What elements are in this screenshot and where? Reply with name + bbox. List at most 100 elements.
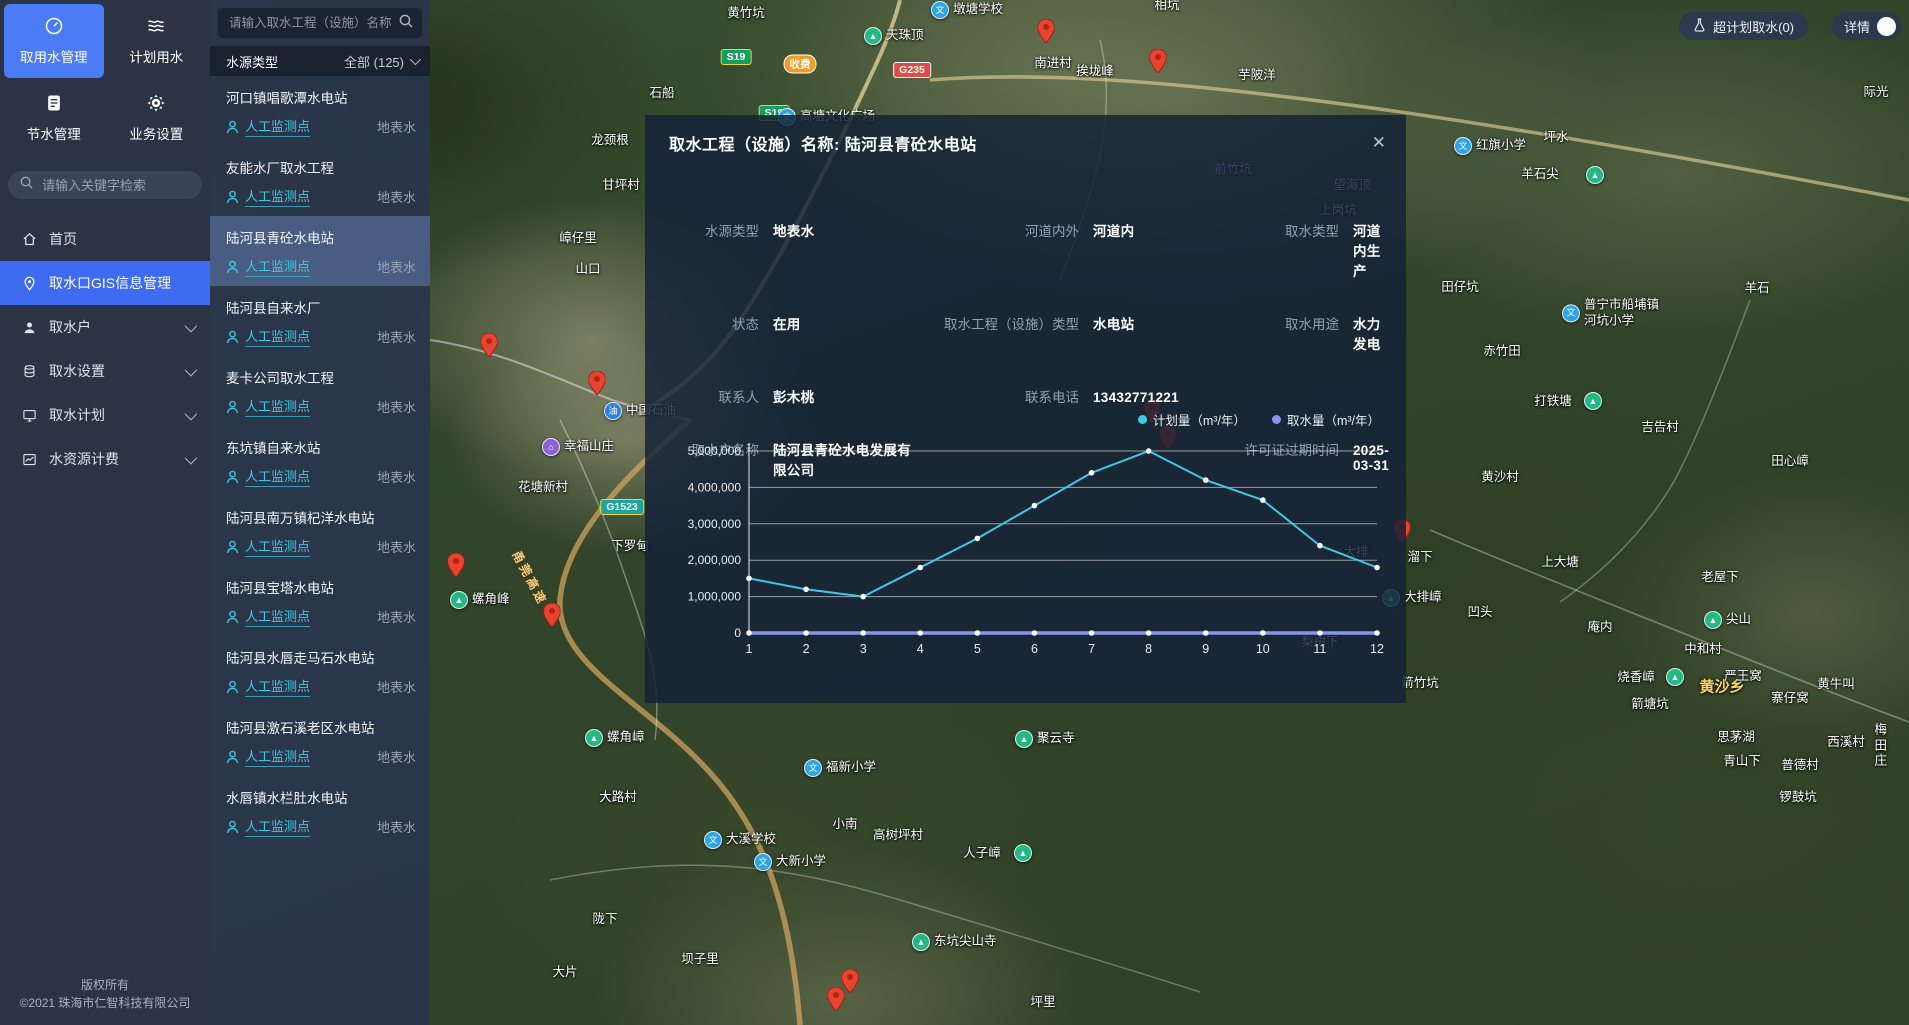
svg-text:4,000,000: 4,000,000 [688, 480, 742, 494]
intake-point-pin[interactable] [544, 603, 561, 632]
map-place-label: 坝子里 [681, 952, 719, 968]
module-tile-4[interactable]: 业务设置 [107, 81, 207, 155]
map-place-label: 际光 [1863, 85, 1888, 101]
monitor-type[interactable]: 人工监测点 [245, 746, 310, 767]
station-search[interactable] [218, 8, 422, 38]
station-list-item[interactable]: 陆河县青砼水电站 人工监测点 地表水 [210, 216, 430, 286]
svg-text:4: 4 [917, 642, 924, 656]
water-source-type: 地表水 [377, 397, 416, 416]
filter-label: 水源类型 [226, 52, 278, 71]
map-place-label: 凹头 [1467, 605, 1492, 621]
map-poi-marker: 文普宁市船埔镇 河坑小学 [1562, 297, 1659, 328]
road-badge: S19 [721, 49, 752, 65]
station-list-item[interactable]: 陆河县自来水厂 人工监测点 地表水 [210, 286, 430, 356]
station-list-item[interactable]: 陆河县宝塔水电站 人工监测点 地表水 [210, 566, 430, 636]
intake-point-pin[interactable] [1150, 49, 1167, 78]
module-tile-label: 取用水管理 [20, 46, 88, 66]
field-cell [1239, 386, 1382, 406]
module-tile-1[interactable]: 取用水管理 [4, 4, 104, 78]
field-row: 状态在用取水工程（设施）类型水电站取水用途水力发电 [669, 313, 1382, 353]
map-place-label: 甘坪村 [602, 178, 640, 194]
station-list-item[interactable]: 友能水厂取水工程 人工监测点 地表水 [210, 146, 430, 216]
map-place-label: 下罗甸 [611, 539, 649, 555]
station-list-item[interactable]: 陆河县水唇走马石水电站 人工监测点 地表水 [210, 636, 430, 706]
sidebar-item-6[interactable]: 水资源计费 [0, 437, 210, 481]
road-badge: G235 [893, 62, 931, 78]
svg-text:6: 6 [1031, 642, 1038, 656]
intake-point-pin[interactable] [481, 333, 498, 362]
intake-point-pin[interactable] [1038, 19, 1055, 48]
detail-toggle-switch[interactable] [1877, 17, 1896, 36]
station-list-item[interactable]: 陆河县激石溪老区水电站 人工监测点 地表水 [210, 706, 430, 776]
person-icon [226, 260, 239, 274]
monitor-type[interactable]: 人工监测点 [245, 116, 310, 137]
map-place-label: 烧香嶂 [1617, 670, 1655, 686]
svg-text:1: 1 [746, 642, 753, 656]
sidebar-item-label: 取水设置 [49, 361, 105, 381]
intake-point-pin[interactable] [448, 553, 465, 582]
station-list-item[interactable]: 东坑镇自来水站 人工监测点 地表水 [210, 426, 430, 496]
monitor-type[interactable]: 人工监测点 [245, 536, 310, 557]
map-poi-marker: ▲尖山 [1704, 611, 1751, 629]
app-root: 黄竹坑▲天珠顶文墩塘学校S19收费G235S19石船文高塘文化广场相坑南进村挨垅… [0, 0, 1909, 1025]
poi-school-icon: 文 [754, 853, 772, 871]
close-icon[interactable]: ✕ [1368, 129, 1390, 157]
station-list-item[interactable]: 水唇镇水栏肚水电站 人工监测点 地表水 [210, 776, 430, 846]
sidebar-item-1[interactable]: 首页 [0, 217, 210, 261]
sidebar-search-input[interactable] [40, 177, 220, 194]
poi-label: 普宁市船埔镇 河坑小学 [1584, 297, 1659, 328]
intake-point-pin[interactable] [828, 987, 845, 1016]
field-value: 水力发电 [1353, 313, 1382, 353]
monitor-type[interactable]: 人工监测点 [245, 396, 310, 417]
monitor-type[interactable]: 人工监测点 [245, 676, 310, 697]
monitor-type[interactable]: 人工监测点 [245, 606, 310, 627]
field-value: 河道内 [1093, 220, 1134, 240]
field-value: 地表水 [773, 220, 814, 240]
station-list-item[interactable]: 麦卡公司取水工程 人工监测点 地表水 [210, 356, 430, 426]
map-place-label: 田心嶂 [1771, 454, 1809, 470]
sidebar-item-label: 水资源计费 [49, 449, 119, 469]
map-place-label: 芋陂洋 [1238, 68, 1276, 84]
poi-label: 红旗小学 [1476, 138, 1526, 154]
station-list-panel: 水源类型 全部 (125) 河口镇唱歌潭水电站 人工监测点 地表水友能水厂取水工… [210, 0, 430, 1025]
search-icon[interactable] [399, 14, 413, 33]
monitor-type[interactable]: 人工监测点 [245, 816, 310, 837]
field-cell: 河道内外河道内 [919, 220, 1239, 280]
field-value: 13432771221 [1093, 390, 1179, 405]
filter-value-dropdown[interactable]: 全部 (125) [344, 52, 418, 71]
station-list-item[interactable]: 陆河县南万镇杞洋水电站 人工监测点 地表水 [210, 496, 430, 566]
intake-point-pin[interactable] [589, 371, 606, 400]
sidebar-item-5[interactable]: 取水计划 [0, 393, 210, 437]
map-place-label: 思茅湖 [1717, 730, 1755, 746]
module-tile-2[interactable]: 计划用水 [107, 4, 207, 78]
monitor-type[interactable]: 人工监测点 [245, 466, 310, 487]
module-tile-3[interactable]: 节水管理 [4, 81, 104, 155]
sidebar-item-4[interactable]: 取水设置 [0, 349, 210, 393]
field-row: 水源类型地表水河道内外河道内取水类型河道内生产 [669, 220, 1382, 280]
field-label: 取水工程（设施）类型 [919, 313, 1079, 333]
map-place-label: 西溪村 [1827, 735, 1865, 751]
poi-school-icon: 文 [804, 759, 822, 777]
map-poi-marker: ⌂幸福山庄 [542, 438, 614, 456]
person-icon [226, 190, 239, 204]
sidebar-item-2[interactable]: 取水口GIS信息管理 [0, 261, 210, 305]
station-search-input[interactable] [227, 15, 399, 31]
over-plan-button[interactable]: 超计划取水(0) [1679, 12, 1808, 40]
map-place-label: 锣鼓坑 [1779, 790, 1817, 806]
person-icon [226, 820, 239, 834]
monitor-type[interactable]: 人工监测点 [245, 256, 310, 277]
module-tile-label: 业务设置 [129, 123, 183, 143]
monitor-type[interactable]: 人工监测点 [245, 326, 310, 347]
monitor-type[interactable]: 人工监测点 [245, 186, 310, 207]
map-place-label: 打铁塘 [1534, 394, 1572, 410]
svg-text:1,000,000: 1,000,000 [688, 590, 742, 604]
map-place-label: 梅田庄 [1875, 723, 1898, 770]
legend-item[interactable]: 取水量（m³/年） [1272, 410, 1380, 429]
sidebar-item-3[interactable]: 取水户 [0, 305, 210, 349]
legend-item[interactable]: 计划量（m³/年） [1138, 410, 1246, 429]
sidebar-search[interactable] [8, 171, 202, 199]
poi-peak-icon: ▲ [1586, 166, 1604, 184]
station-list-item[interactable]: 河口镇唱歌潭水电站 人工监测点 地表水 [210, 76, 430, 146]
field-label: 联系人 [669, 386, 759, 406]
poi-resort-icon: ⌂ [542, 438, 560, 456]
